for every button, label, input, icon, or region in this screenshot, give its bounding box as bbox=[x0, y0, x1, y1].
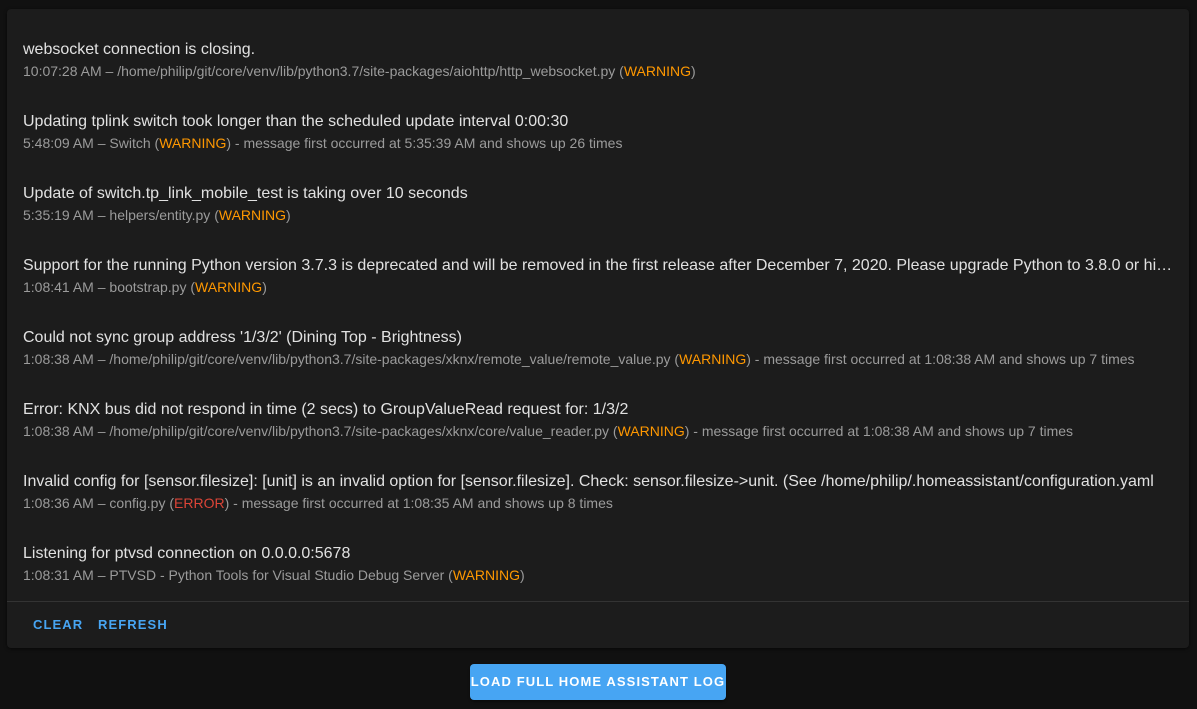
log-paren-open: ( bbox=[670, 351, 680, 367]
log-separator: – bbox=[101, 63, 118, 79]
log-paren-open: ( bbox=[150, 135, 160, 151]
log-message: websocket connection is closing. bbox=[23, 41, 256, 58]
log-paren-close: ) bbox=[520, 567, 525, 583]
log-meta: 5:48:09 AM – Switch (WARNING) - message … bbox=[23, 134, 1179, 152]
log-level-error: ERROR bbox=[174, 495, 225, 511]
log-entry[interactable]: Could not sync group address '1/3/2' (Di… bbox=[23, 328, 1179, 384]
log-paren-open: ( bbox=[186, 279, 196, 295]
log-paren-close: ) bbox=[262, 279, 267, 295]
log-separator: – bbox=[93, 351, 110, 367]
log-separator: – bbox=[93, 495, 110, 511]
log-level-warning: WARNING bbox=[195, 279, 263, 295]
log-entry[interactable]: websocket connection is closing. 10:07:2… bbox=[23, 40, 1179, 96]
log-message: Error: KNX bus did not respond in time (… bbox=[23, 401, 629, 418]
log-time: 1:08:41 AM bbox=[23, 279, 94, 295]
log-meta: 1:08:38 AM – /home/philip/git/core/venv/… bbox=[23, 350, 1179, 368]
log-message: Could not sync group address '1/3/2' (Di… bbox=[23, 329, 462, 346]
log-occurrence: - message first occurred at 1:08:38 AM a… bbox=[750, 351, 1135, 367]
log-occurrence: - message first occurred at 1:08:35 AM a… bbox=[229, 495, 613, 511]
log-time: 5:48:09 AM bbox=[23, 135, 94, 151]
log-paren-close: ) bbox=[286, 207, 291, 223]
log-entry[interactable]: Listening for ptvsd connection on 0.0.0.… bbox=[23, 544, 1179, 600]
log-message: Invalid config for [sensor.filesize]: [u… bbox=[23, 473, 1154, 490]
log-meta: 1:08:31 AM – PTVSD - Python Tools for Vi… bbox=[23, 566, 1179, 584]
log-level-warning: WARNING bbox=[452, 567, 520, 583]
load-full-log-button[interactable]: LOAD FULL HOME ASSISTANT LOG bbox=[470, 664, 726, 700]
card-actions: CLEAR REFRESH bbox=[7, 602, 1189, 648]
log-occurrence: - message first occurred at 5:35:39 AM a… bbox=[231, 135, 623, 151]
log-time: 1:08:36 AM bbox=[23, 495, 94, 511]
system-log-card: websocket connection is closing. 10:07:2… bbox=[7, 9, 1189, 648]
log-entry-list: websocket connection is closing. 10:07:2… bbox=[7, 9, 1189, 601]
log-paren-close: ) bbox=[691, 63, 696, 79]
log-source: /home/philip/git/core/venv/lib/python3.7… bbox=[109, 351, 671, 367]
log-source: /home/philip/git/core/venv/lib/python3.7… bbox=[117, 63, 616, 79]
log-separator: – bbox=[93, 567, 110, 583]
log-source: PTVSD - Python Tools for Visual Studio D… bbox=[109, 567, 445, 583]
log-entry[interactable]: Updating tplink switch took longer than … bbox=[23, 112, 1179, 168]
log-level-warning: WARNING bbox=[218, 207, 287, 223]
log-message: Listening for ptvsd connection on 0.0.0.… bbox=[23, 545, 351, 562]
log-paren-open: ( bbox=[615, 63, 624, 79]
log-entry[interactable]: Error: KNX bus did not respond in time (… bbox=[23, 400, 1179, 456]
log-entry[interactable]: Support for the running Python version 3… bbox=[23, 256, 1179, 312]
log-time: 1:08:31 AM bbox=[23, 567, 94, 583]
log-separator: – bbox=[93, 423, 110, 439]
log-level-warning: WARNING bbox=[679, 351, 747, 367]
log-separator: – bbox=[93, 207, 110, 223]
log-source: helpers/entity.py bbox=[109, 207, 211, 223]
log-time: 1:08:38 AM bbox=[23, 351, 94, 367]
log-separator: – bbox=[93, 279, 110, 295]
log-source: bootstrap.py bbox=[109, 279, 187, 295]
log-source: config.py bbox=[109, 495, 166, 511]
log-paren-open: ( bbox=[165, 495, 175, 511]
log-level-warning: WARNING bbox=[159, 135, 227, 151]
log-paren-open: ( bbox=[210, 207, 219, 223]
refresh-button[interactable]: REFRESH bbox=[90, 609, 176, 641]
log-meta: 1:08:38 AM – /home/philip/git/core/venv/… bbox=[23, 422, 1179, 440]
log-paren-open: ( bbox=[609, 423, 618, 439]
log-time: 1:08:38 AM bbox=[23, 423, 94, 439]
log-message: Updating tplink switch took longer than … bbox=[23, 113, 569, 130]
log-time: 10:07:28 AM bbox=[23, 63, 102, 79]
log-source: Switch bbox=[109, 135, 151, 151]
log-message: Update of switch.tp_link_mobile_test is … bbox=[23, 185, 468, 202]
log-meta: 1:08:41 AM – bootstrap.py (WARNING) bbox=[23, 278, 1179, 296]
log-level-warning: WARNING bbox=[623, 63, 691, 79]
clear-button[interactable]: CLEAR bbox=[25, 609, 91, 641]
log-separator: – bbox=[93, 135, 110, 151]
log-level-warning: WARNING bbox=[617, 423, 685, 439]
log-entry[interactable]: Update of switch.tp_link_mobile_test is … bbox=[23, 184, 1179, 240]
log-meta: 1:08:36 AM – config.py (ERROR) - message… bbox=[23, 494, 1179, 512]
log-meta: 5:35:19 AM – helpers/entity.py (WARNING) bbox=[23, 206, 1179, 224]
log-time: 5:35:19 AM bbox=[23, 207, 94, 223]
log-message: Support for the running Python version 3… bbox=[23, 257, 1179, 274]
log-paren-open: ( bbox=[444, 567, 453, 583]
log-source: /home/philip/git/core/venv/lib/python3.7… bbox=[109, 423, 610, 439]
log-meta: 10:07:28 AM – /home/philip/git/core/venv… bbox=[23, 62, 1179, 80]
log-occurrence: - message first occurred at 1:08:38 AM a… bbox=[689, 423, 1074, 439]
log-entry[interactable]: Invalid config for [sensor.filesize]: [u… bbox=[23, 472, 1179, 528]
